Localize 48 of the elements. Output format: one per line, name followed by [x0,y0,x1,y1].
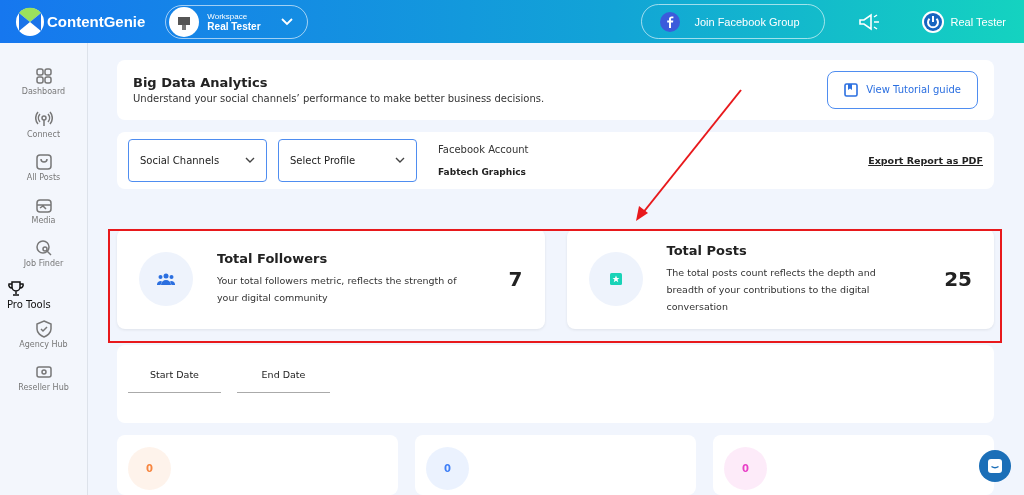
counter-badge: 0 [128,447,171,490]
sidebar-item[interactable]: Dashboard [0,67,87,110]
shield-icon [34,320,53,338]
page-title: Big Data Analytics [133,75,269,91]
sidebar-item[interactable]: Reseller Hub [0,363,87,406]
star-icon [609,272,622,285]
chat-icon [987,458,1003,474]
counter-badge: 0 [426,447,469,490]
workspace-name: Real Tester [207,20,261,32]
sidebar-section[interactable]: Pro Tools [0,280,87,320]
card-description: The total posts count reflects the depth and breadth of your contributions to the digital conversation [666,265,877,314]
chevron-down-icon [245,157,255,164]
people-icon [157,272,175,285]
page-subtitle: Understand your social channels’ performance to make better business decisions. [133,93,546,105]
bag-icon [34,153,53,171]
card-title: Total Posts [666,242,748,258]
workspace-label: Workspace [207,11,248,21]
export-link[interactable]: Export Report as PDF [868,154,983,166]
sidebar-item[interactable]: Job Finder [0,239,87,282]
tutorial-button[interactable]: View Tutorial guide [827,70,978,109]
sidebar-item[interactable]: All Posts [0,153,87,196]
sidebar-item[interactable]: Connect [0,110,87,153]
sidebar-item[interactable]: Media [0,196,87,239]
card-title: Total Followers [217,251,329,267]
search-icon [34,239,53,257]
sidebar-item[interactable]: Agency Hub [0,320,87,363]
card-description: Your total followers metric, reflects the strength of your digital community [217,274,458,306]
chat-button[interactable] [979,450,1011,482]
counter-badge: 0 [724,447,767,490]
facebook-icon [660,11,681,32]
image-icon [34,196,53,214]
logo-icon [15,6,45,37]
workspace-avatar-icon [169,6,200,37]
trophy-icon [7,280,25,298]
chevron-down-icon [395,157,405,164]
dropdown[interactable]: Social Channels [128,138,267,182]
book-icon [844,82,859,97]
banknote-icon [34,363,53,381]
account-label: Facebook Account [438,143,529,155]
dropdown[interactable]: Select Profile [278,138,417,182]
account-name: Fabtech Graphics [438,166,527,177]
power-icon [920,9,945,34]
metric-value: 7 [508,266,523,291]
metric-value: 25 [944,266,972,291]
chevron-down-icon [280,17,293,26]
signal-icon [34,110,53,128]
brand-name: ContentGenie [47,13,146,30]
grid-icon [34,67,53,85]
